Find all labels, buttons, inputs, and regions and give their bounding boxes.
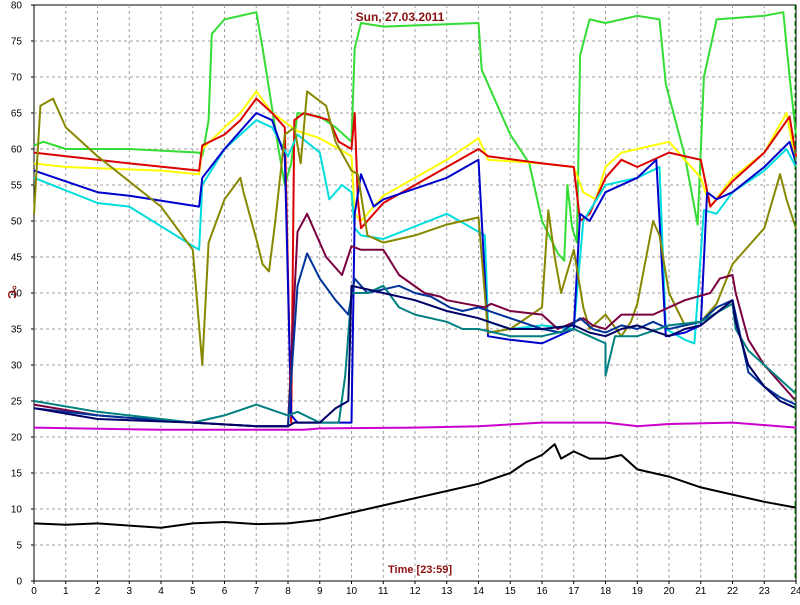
chart-title: Sun, 27.03.2011 bbox=[356, 10, 445, 24]
y-tick-label: 0 bbox=[16, 577, 22, 588]
y-tick-label: 70 bbox=[11, 73, 23, 84]
x-tick-label: 1 bbox=[63, 586, 69, 597]
x-tick-label: 21 bbox=[695, 586, 707, 597]
x-tick-label: 5 bbox=[190, 586, 196, 597]
x-axis-label: Time [23:59] bbox=[388, 564, 452, 576]
y-tick-label: 55 bbox=[11, 181, 23, 192]
x-tick-label: 7 bbox=[253, 586, 259, 597]
x-tick-label: 8 bbox=[285, 586, 291, 597]
y-tick-label: 20 bbox=[11, 433, 23, 444]
x-tick-label: 2 bbox=[95, 586, 101, 597]
x-tick-label: 12 bbox=[409, 586, 421, 597]
y-tick-label: 10 bbox=[11, 505, 23, 516]
x-tick-label: 15 bbox=[505, 586, 517, 597]
x-tick-label: 4 bbox=[158, 586, 164, 597]
x-tick-label: 0 bbox=[31, 586, 37, 597]
x-tick-label: 19 bbox=[632, 586, 644, 597]
x-tick-label: 16 bbox=[536, 586, 548, 597]
x-tick-label: 23 bbox=[759, 586, 771, 597]
x-tick-label: 9 bbox=[317, 586, 323, 597]
y-tick-label: 65 bbox=[11, 109, 23, 120]
x-tick-label: 18 bbox=[600, 586, 612, 597]
y-axis-label: °C bbox=[5, 285, 19, 299]
x-tick-label: 13 bbox=[441, 586, 453, 597]
y-tick-label: 45 bbox=[11, 253, 23, 264]
y-tick-label: 80 bbox=[11, 1, 23, 12]
x-tick-label: 10 bbox=[346, 586, 358, 597]
y-tick-label: 15 bbox=[11, 469, 23, 480]
y-tick-label: 30 bbox=[11, 361, 23, 372]
x-tick-label: 17 bbox=[568, 586, 580, 597]
x-tick-label: 3 bbox=[126, 586, 132, 597]
y-tick-label: 25 bbox=[11, 397, 23, 408]
x-tick-label: 24 bbox=[790, 586, 800, 597]
y-tick-label: 75 bbox=[11, 37, 23, 48]
line-chart: 0 1 2 3 4 5 6 7 8 9 10 11 12 13 14 15 16 17 18 19 20 21 22 23 24… bbox=[0, 0, 800, 600]
y-tick-label: 60 bbox=[11, 145, 23, 156]
x-tick-label: 22 bbox=[727, 586, 739, 597]
x-tick-label: 11 bbox=[378, 586, 389, 597]
y-tick-label: 50 bbox=[11, 217, 23, 228]
x-tick-label: 6 bbox=[222, 586, 228, 597]
chart-canvas: 0 1 2 3 4 5 6 7 8 9 10 11 12 13 14 15 16 17 18 19 20 21 22 23 24… bbox=[5, 1, 800, 598]
y-tick-label: 35 bbox=[11, 325, 23, 336]
x-tick-label: 20 bbox=[663, 586, 675, 597]
x-tick-label: 14 bbox=[473, 586, 485, 597]
y-tick-label: 5 bbox=[16, 541, 22, 552]
